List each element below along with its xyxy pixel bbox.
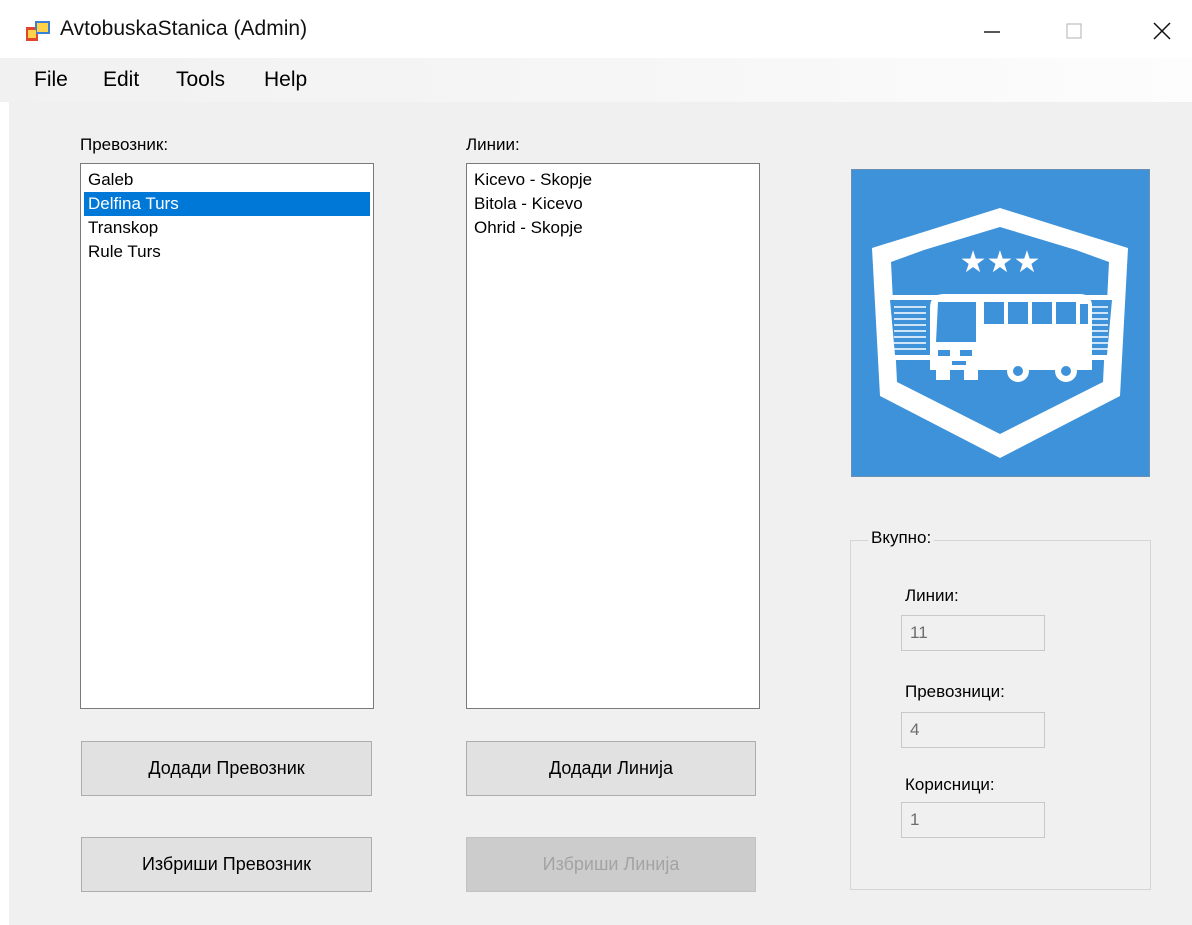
- minimize-icon: [984, 31, 1000, 33]
- carrier-item-selected[interactable]: Delfina Turs: [84, 192, 370, 216]
- lines-listbox[interactable]: Kicevo - Skopje Bitola - Kicevo Ohrid - …: [466, 163, 760, 709]
- carrier-item[interactable]: Rule Turs: [84, 240, 370, 264]
- close-icon: [1153, 22, 1171, 40]
- delete-line-button: Избриши Линија: [466, 837, 756, 892]
- carrier-item[interactable]: Transkop: [84, 216, 370, 240]
- lines-label: Линии:: [466, 135, 520, 154]
- client-area: Превозник: Galeb Delfina Turs Transkop R…: [9, 102, 1192, 925]
- menu-edit[interactable]: Edit: [103, 68, 139, 92]
- menu-file[interactable]: File: [34, 68, 68, 92]
- app-icon: [26, 21, 50, 41]
- menu-bar: File Edit Tools Help: [0, 58, 1192, 102]
- line-item[interactable]: Bitola - Kicevo: [470, 192, 756, 216]
- title-bar[interactable]: AvtobuskaStanica (Admin): [0, 0, 1192, 58]
- delete-carrier-button[interactable]: Избриши Превозник: [81, 837, 372, 892]
- bus-logo-image: ★★★: [851, 169, 1150, 477]
- maximize-button[interactable]: [1046, 8, 1102, 54]
- main-window: AvtobuskaStanica (Admin) File Edit Tools…: [0, 0, 1192, 925]
- maximize-icon: [1066, 23, 1082, 39]
- line-item[interactable]: Kicevo - Skopje: [470, 168, 756, 192]
- menu-help[interactable]: Help: [264, 68, 307, 92]
- total-carriers-field: 4: [901, 712, 1045, 748]
- total-users-label: Корисници:: [905, 775, 995, 794]
- total-carriers-label: Превозници:: [905, 682, 1005, 701]
- carriers-label: Превозник:: [80, 135, 169, 154]
- stars-icon: ★★★: [960, 245, 1041, 280]
- close-button[interactable]: [1134, 8, 1190, 54]
- window-title: AvtobuskaStanica (Admin): [60, 17, 308, 40]
- menu-tools[interactable]: Tools: [176, 68, 225, 92]
- carriers-listbox[interactable]: Galeb Delfina Turs Transkop Rule Turs: [80, 163, 374, 709]
- line-item[interactable]: Ohrid - Skopje: [470, 216, 756, 240]
- bus-shield-icon: ★★★: [872, 208, 1128, 458]
- total-lines-field: 11: [901, 615, 1045, 651]
- totals-title: Вкупно:: [868, 528, 935, 548]
- add-line-button[interactable]: Додади Линија: [466, 741, 756, 796]
- total-users-field: 1: [901, 802, 1045, 838]
- carrier-item[interactable]: Galeb: [84, 168, 370, 192]
- add-carrier-button[interactable]: Додади Превозник: [81, 741, 372, 796]
- minimize-button[interactable]: [964, 8, 1020, 54]
- total-lines-label: Линии:: [905, 586, 959, 605]
